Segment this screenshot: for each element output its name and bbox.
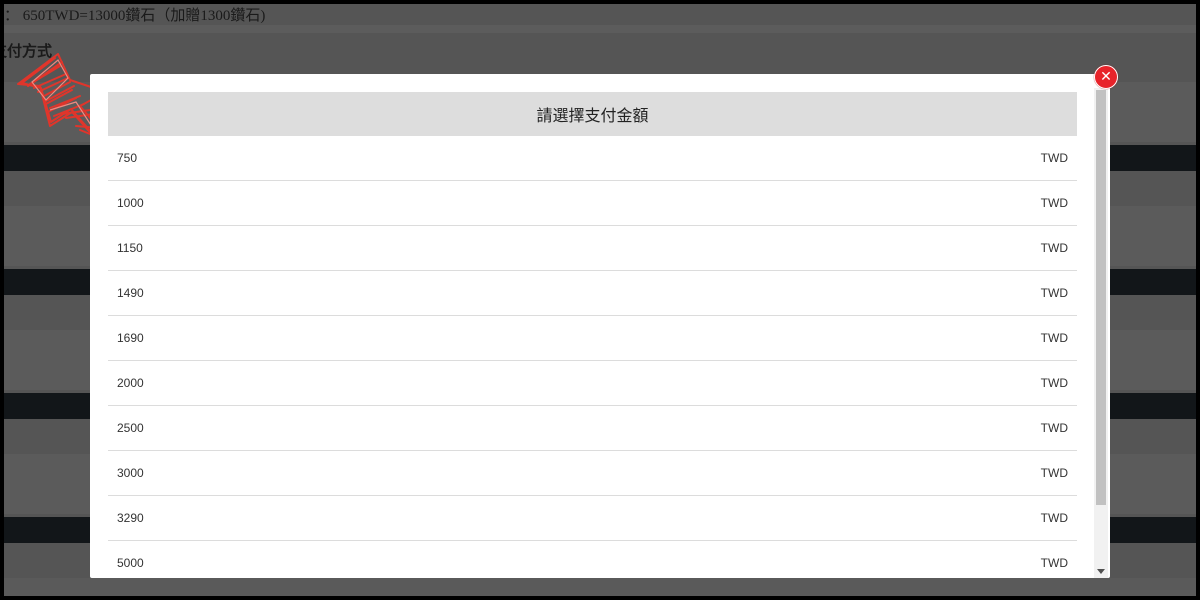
- amount-option-1490[interactable]: 1490 TWD: [108, 271, 1077, 316]
- amount-value: 3290: [117, 511, 144, 525]
- amount-option-3290[interactable]: 3290 TWD: [108, 496, 1077, 541]
- currency-label: TWD: [1040, 241, 1068, 255]
- amount-option-5000[interactable]: 5000 TWD: [108, 541, 1077, 578]
- amount-option-3000[interactable]: 3000 TWD: [108, 451, 1077, 496]
- amount-option-1690[interactable]: 1690 TWD: [108, 316, 1077, 361]
- amount-value: 1490: [117, 286, 144, 300]
- amount-option-1150[interactable]: 1150 TWD: [108, 226, 1077, 271]
- modal-title: 請選擇支付金額: [108, 92, 1077, 136]
- amount-option-750[interactable]: 750 TWD: [108, 136, 1077, 181]
- currency-label: TWD: [1040, 331, 1068, 345]
- currency-label: TWD: [1040, 196, 1068, 210]
- amount-option-1000[interactable]: 1000 TWD: [108, 181, 1077, 226]
- price-note: ： 650TWD=13000鑽石（加贈1300鑽石): [4, 8, 266, 24]
- amount-value: 3000: [117, 466, 144, 480]
- payment-amount-modal: 請選擇支付金額 750 TWD 1000 TWD 1150 TWD 1490 T…: [90, 74, 1110, 578]
- amount-option-list: 750 TWD 1000 TWD 1150 TWD 1490 TWD 1690 …: [108, 136, 1077, 578]
- amount-value: 5000: [117, 556, 144, 570]
- amount-value: 1150: [117, 241, 143, 255]
- currency-label: TWD: [1040, 151, 1068, 165]
- amount-value: 2000: [117, 376, 144, 390]
- currency-label: TWD: [1040, 556, 1068, 570]
- amount-value: 2500: [117, 421, 144, 435]
- background-bottom-block: [4, 578, 1196, 596]
- amount-value: 1000: [117, 196, 144, 210]
- background-band: [4, 25, 1196, 33]
- amount-option-2000[interactable]: 2000 TWD: [108, 361, 1077, 406]
- scrollbar-thumb[interactable]: [1096, 90, 1106, 505]
- currency-label: TWD: [1040, 286, 1068, 300]
- close-icon[interactable]: ✕: [1094, 65, 1118, 89]
- scroll-down-arrow-icon[interactable]: [1097, 569, 1105, 574]
- amount-value: 750: [117, 151, 138, 165]
- currency-label: TWD: [1040, 421, 1068, 435]
- currency-label: TWD: [1040, 511, 1068, 525]
- currency-label: TWD: [1040, 466, 1068, 480]
- amount-option-2500[interactable]: 2500 TWD: [108, 406, 1077, 451]
- modal-scrollbar[interactable]: [1094, 88, 1108, 578]
- amount-value: 1690: [117, 331, 144, 345]
- currency-label: TWD: [1040, 376, 1068, 390]
